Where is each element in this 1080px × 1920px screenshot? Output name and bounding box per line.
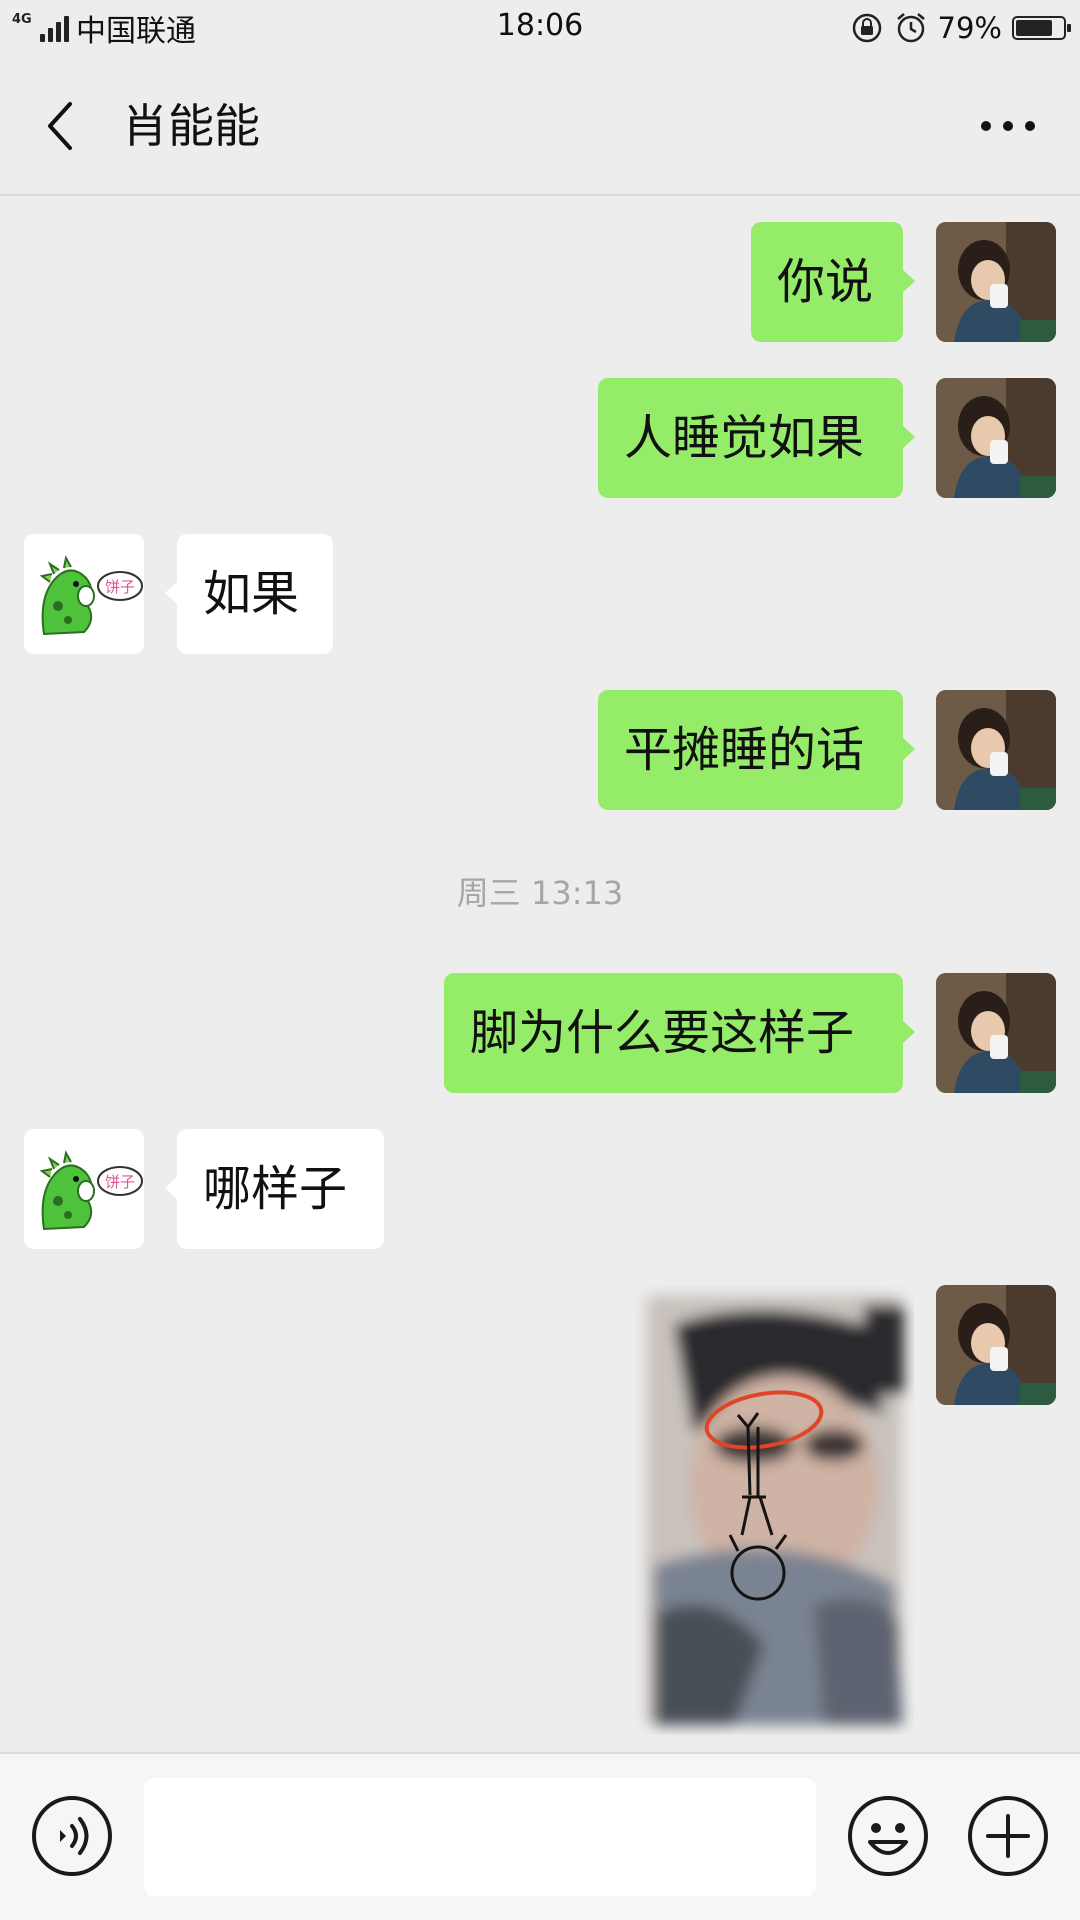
message-bubble-outgoing[interactable]: 人睡觉如果 — [598, 378, 915, 498]
my-avatar[interactable] — [936, 690, 1056, 810]
message-bubble-incoming[interactable]: 如果 — [165, 534, 333, 654]
message-image[interactable] — [634, 1285, 914, 1735]
chevron-left-icon — [48, 102, 72, 150]
contact-avatar[interactable]: 饼子 — [24, 534, 144, 654]
status-right: 79% — [850, 8, 1071, 48]
emoji-icon — [848, 1796, 928, 1876]
my-avatar[interactable] — [936, 378, 1056, 498]
input-bar — [0, 1752, 1080, 1920]
more-button[interactable] — [968, 94, 1048, 158]
my-avatar[interactable] — [936, 973, 1056, 1093]
emoji-button[interactable] — [846, 1794, 930, 1878]
battery-percent: 79% — [937, 11, 1002, 45]
message-list[interactable]: 你说 人睡觉如果 饼子 如果 平摊睡的话 周三 13:13 脚为什么要这样子 饼… — [0, 196, 1080, 1752]
sticker-text: 饼子 — [105, 1173, 135, 1191]
contact-avatar[interactable]: 饼子 — [24, 1129, 144, 1249]
message-bubble-outgoing[interactable]: 你说 — [751, 222, 915, 342]
message-bubble-outgoing[interactable]: 平摊睡的话 — [598, 690, 915, 810]
message-bubble-outgoing[interactable]: 脚为什么要这样子 — [444, 973, 915, 1093]
plus-icon — [968, 1796, 1048, 1876]
my-avatar[interactable] — [936, 222, 1056, 342]
battery-icon — [1012, 16, 1071, 40]
voice-button[interactable] — [30, 1794, 114, 1878]
more-dots-icon — [981, 121, 1035, 131]
chat-title: 肖能能 — [122, 99, 260, 153]
my-avatar[interactable] — [936, 1285, 1056, 1405]
rotation-lock-icon — [852, 13, 881, 43]
voice-icon — [32, 1796, 112, 1876]
time-divider: 周三 13:13 — [456, 874, 624, 912]
chat-header: 肖能能 — [0, 56, 1080, 196]
back-button[interactable] — [32, 94, 88, 158]
alarm-icon — [896, 13, 925, 43]
sticker-text: 饼子 — [105, 578, 135, 596]
battery-level — [1016, 20, 1052, 36]
message-input[interactable] — [144, 1778, 816, 1896]
more-actions-button[interactable] — [966, 1794, 1050, 1878]
message-bubble-incoming[interactable]: 哪样子 — [165, 1129, 384, 1249]
status-bar: 4G 中国联通 18:06 79% — [0, 0, 1080, 56]
